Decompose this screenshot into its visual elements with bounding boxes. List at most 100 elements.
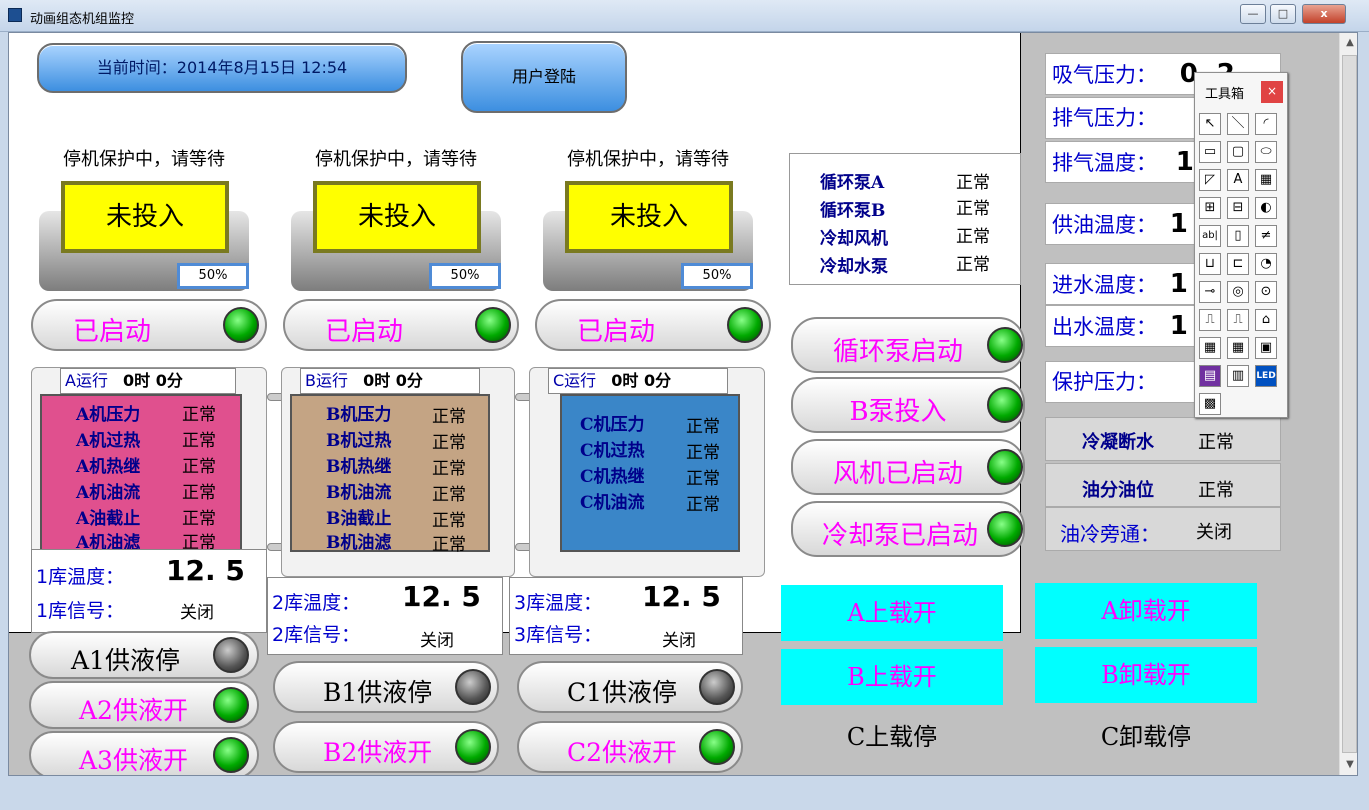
close-button[interactable]: x <box>1302 4 1346 24</box>
room-temp-label: 3库温度： <box>514 592 603 614</box>
supply-led <box>213 687 249 723</box>
room-1-info: 1库温度： 12. 5 1库信号： 关闭 <box>31 549 267 633</box>
maximize-button[interactable]: □ <box>1270 4 1296 24</box>
scroll-thumb[interactable] <box>1342 55 1357 753</box>
led-icon[interactable]: LED <box>1255 365 1277 387</box>
indicator-icon[interactable]: ⊙ <box>1255 281 1277 303</box>
rotate-icon[interactable]: ◔ <box>1255 253 1277 275</box>
cooling-pump-button[interactable]: 冷却泵已启动 <box>791 501 1025 557</box>
room-temp-value: 12. 5 <box>166 554 245 587</box>
field-label: 排气压力： <box>1052 106 1157 130</box>
object-icon[interactable]: ⊟ <box>1227 197 1249 219</box>
pump-button-label: 风机已启动 <box>832 459 963 489</box>
alarm-row-oil-bypass: 油冷旁通： 关闭 <box>1045 507 1281 551</box>
unit-a-load: 50% <box>177 263 249 289</box>
supply-led <box>699 729 735 765</box>
supply-led <box>455 729 491 765</box>
ellipse-icon[interactable]: ⬭ <box>1255 141 1277 163</box>
b-pump-button[interactable]: B泵投入 <box>791 377 1025 433</box>
line-icon[interactable]: ＼ <box>1227 113 1249 135</box>
unit-b-status: 未投入 <box>313 181 481 253</box>
bitmap-icon[interactable]: ▦ <box>1255 169 1277 191</box>
room-2-info: 2库温度： 12. 5 2库信号： 关闭 <box>267 577 503 655</box>
unit-b-start-button[interactable]: 已启动 <box>283 299 519 351</box>
switch-icon[interactable]: ⊸ <box>1199 281 1221 303</box>
pump-button-led <box>987 387 1023 423</box>
table-icon[interactable]: ▦ <box>1199 337 1221 359</box>
trend-icon[interactable]: ⎍ <box>1199 309 1221 331</box>
field-label: 保护压力： <box>1052 370 1157 394</box>
c1-supply-button[interactable]: C1供液停 <box>517 661 743 713</box>
a2-supply-button[interactable]: A2供液开 <box>29 681 259 729</box>
b-load-up-button[interactable]: B上载开 <box>781 649 1003 705</box>
toolbox-close-button[interactable]: × <box>1261 81 1283 103</box>
status-item-state: 正常 <box>432 459 466 479</box>
fan-button[interactable]: 风机已启动 <box>791 439 1025 495</box>
text-icon[interactable]: A <box>1227 169 1249 191</box>
status-item-name: C机油流 <box>580 493 645 513</box>
form-icon[interactable]: ▥ <box>1227 365 1249 387</box>
b1-supply-button[interactable]: B1供液停 <box>273 661 499 713</box>
c-unload-button[interactable]: C卸载停 <box>1035 717 1257 761</box>
unit-a-start-button[interactable]: 已启动 <box>31 299 267 351</box>
window-icon[interactable]: ▣ <box>1255 337 1277 359</box>
rectangle-icon[interactable]: ▭ <box>1199 141 1221 163</box>
vertical-scrollbar[interactable]: ▲ ▼ <box>1339 33 1357 775</box>
gauge-icon[interactable]: ◎ <box>1227 281 1249 303</box>
run-time: 0时 0分 <box>611 371 672 390</box>
field-label: 进水温度： <box>1052 273 1157 297</box>
a-load-up-button[interactable]: A上载开 <box>781 585 1003 641</box>
field-label: 排气温度： <box>1052 151 1157 175</box>
pump-button-label: B泵投入 <box>849 397 947 427</box>
field-label: 供油温度： <box>1052 213 1157 237</box>
unit-c-compressor: 未投入 50% <box>543 181 753 291</box>
scroll-up-icon[interactable]: ▲ <box>1340 33 1357 53</box>
history-trend-icon[interactable]: ⎍ <box>1227 309 1249 331</box>
toolbox-window: 工具箱 × ↖ ＼ ◜ ▭ ▢ ⬭ ◸ A ▦ ⊞ ⊟ ◐ ab| ▯ ≠ ⊔ … <box>1194 72 1288 418</box>
library-icon[interactable]: ⊞ <box>1199 197 1221 219</box>
pump-name: 循环泵A <box>820 173 885 193</box>
input-icon[interactable]: ▯ <box>1227 225 1249 247</box>
button-icon[interactable]: ≠ <box>1255 225 1277 247</box>
status-item-name: B机压力 <box>326 405 392 425</box>
room-temp-label: 1库温度： <box>36 566 125 588</box>
a3-supply-button[interactable]: A3供液开 <box>29 731 259 775</box>
pump-state: 正常 <box>956 173 990 193</box>
run-time: 0时 0分 <box>123 371 183 390</box>
status-item-name: C机过热 <box>580 441 645 461</box>
arc-icon[interactable]: ◜ <box>1255 113 1277 135</box>
status-item-name: B机油流 <box>326 483 392 503</box>
label-icon[interactable]: ab| <box>1199 225 1221 247</box>
a-unload-button[interactable]: A卸载开 <box>1035 583 1257 639</box>
unit-c-start-button[interactable]: 已启动 <box>535 299 771 351</box>
rounded-rect-icon[interactable]: ▢ <box>1227 141 1249 163</box>
client-area: 当前时间：2014年8月15日 12:54 用户登陆 停机保护中，请等待 未投入… <box>8 32 1358 776</box>
pump-button-led <box>987 327 1023 363</box>
scroll-down-icon[interactable]: ▼ <box>1340 755 1357 775</box>
alarm-icon[interactable]: ⌂ <box>1255 309 1277 331</box>
animation-icon[interactable]: ◐ <box>1255 197 1277 219</box>
c-load-up-button[interactable]: C上载停 <box>781 717 1003 761</box>
flow-icon[interactable]: ⊏ <box>1227 253 1249 275</box>
login-button[interactable]: 用户登陆 <box>461 41 627 113</box>
supply-label: C1供液停 <box>567 678 678 707</box>
unit-c-load: 50% <box>681 263 753 289</box>
polygon-icon[interactable]: ◸ <box>1199 169 1221 191</box>
a1-supply-button[interactable]: A1供液停 <box>29 631 259 679</box>
minimize-button[interactable]: — <box>1240 4 1266 24</box>
status-item-state: 正常 <box>182 457 216 477</box>
b-unload-button[interactable]: B卸载开 <box>1035 647 1257 703</box>
status-item-name: B机热继 <box>326 457 392 477</box>
circulation-pump-start-button[interactable]: 循环泵启动 <box>791 317 1025 373</box>
pump-button-led <box>987 511 1023 547</box>
b2-supply-button[interactable]: B2供液开 <box>273 721 499 773</box>
pipe-icon[interactable]: ⊔ <box>1199 253 1221 275</box>
alarm-state: 关闭 <box>1196 522 1232 543</box>
pointer-icon[interactable]: ↖ <box>1199 113 1221 135</box>
c2-supply-button[interactable]: C2供液开 <box>517 721 743 773</box>
report-icon[interactable]: ▦ <box>1227 337 1249 359</box>
room-signal-value: 关闭 <box>420 631 454 651</box>
chart-icon[interactable]: ▤ <box>1199 365 1221 387</box>
frame-icon[interactable]: ▩ <box>1199 393 1221 415</box>
status-item-name: C机压力 <box>580 415 645 435</box>
